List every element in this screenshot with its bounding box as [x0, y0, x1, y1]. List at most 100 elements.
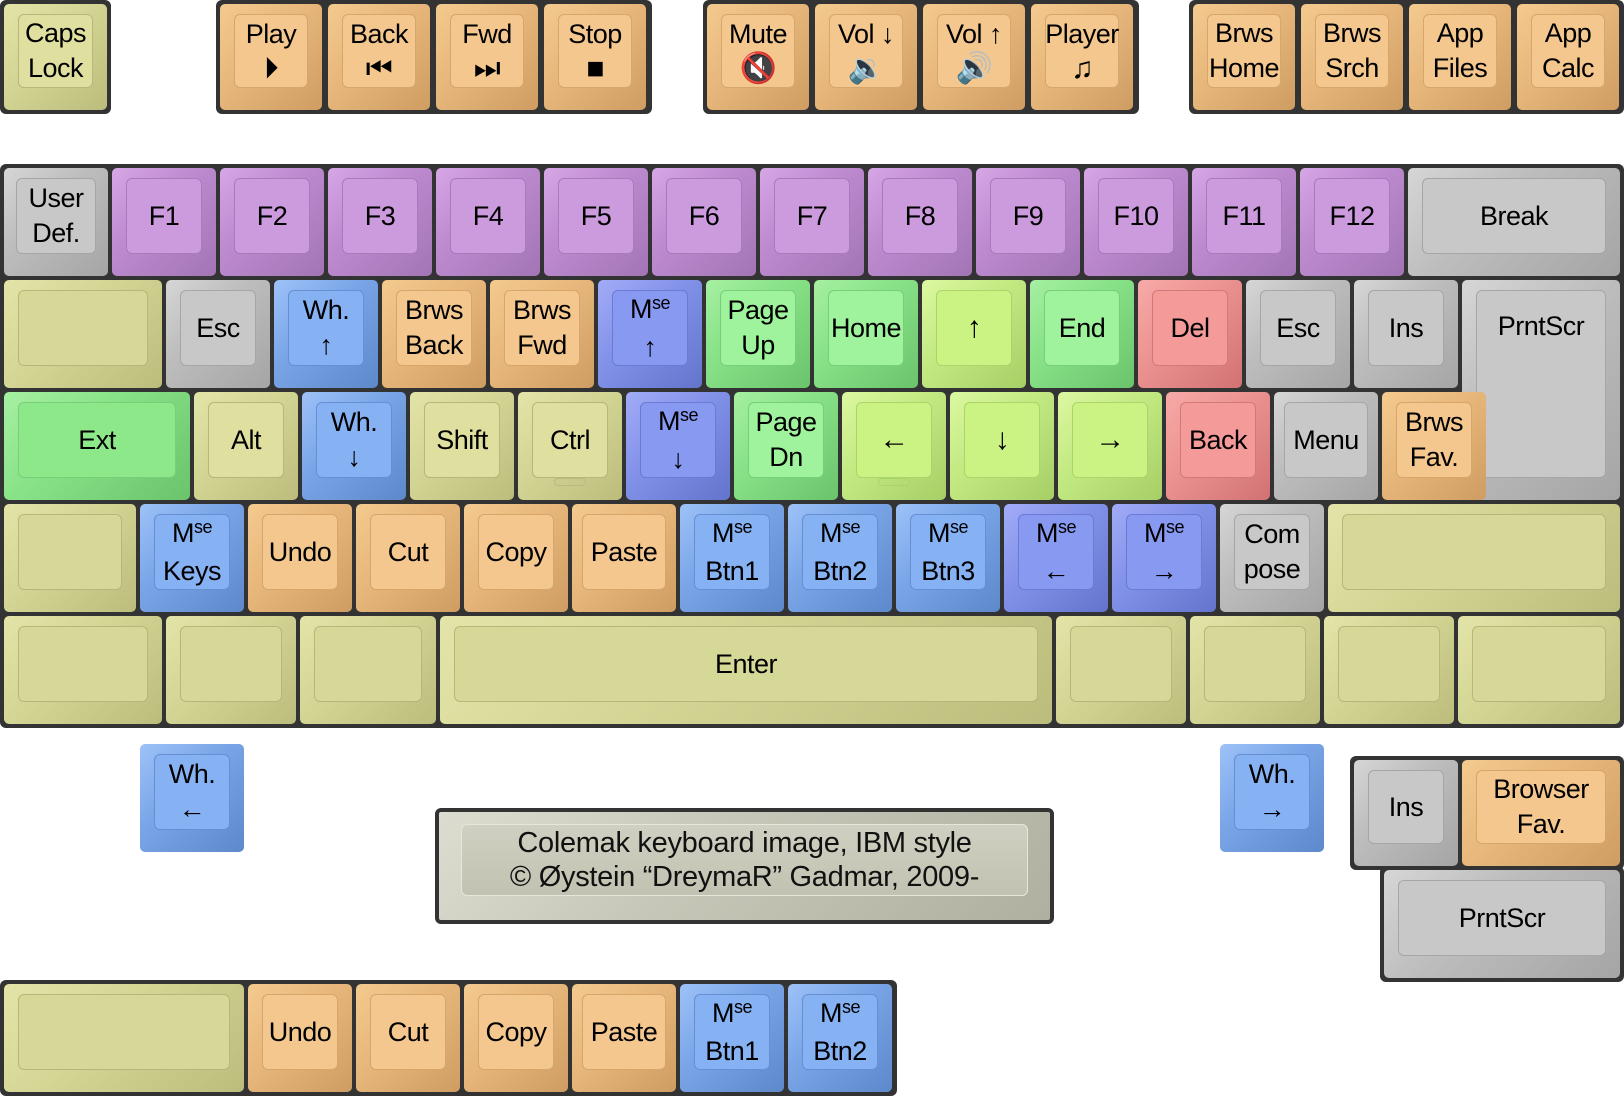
copy-key[interactable]: Copy: [464, 504, 568, 612]
key-f7[interactable]: F7: [760, 168, 864, 276]
blank-key-r4-6[interactable]: [1324, 616, 1454, 724]
thumb-mouse-btn2-key[interactable]: Mse Btn2: [788, 984, 892, 1092]
key-legend-1: Wh.: [330, 407, 378, 437]
esc-key-2[interactable]: Esc: [1246, 280, 1350, 388]
volume-key-3[interactable]: Player ♫: [1031, 4, 1133, 110]
blank-key-r4-3[interactable]: [300, 616, 436, 724]
key-legend-1: End: [1058, 312, 1106, 343]
app-key-app-calc[interactable]: App Calc: [1517, 4, 1619, 110]
app-key-brws-home[interactable]: Brws Home: [1193, 4, 1295, 110]
home-key[interactable]: Home: [814, 280, 918, 388]
undo-key[interactable]: Undo: [248, 504, 352, 612]
key-legend-1: Play: [245, 18, 297, 49]
key-f10[interactable]: F10: [1084, 168, 1188, 276]
ext-key[interactable]: Ext: [4, 392, 190, 500]
mouse-down-key[interactable]: Mse ↓: [626, 392, 730, 500]
key-f12[interactable]: F12: [1300, 168, 1404, 276]
thumb-cut-key[interactable]: Cut: [356, 984, 460, 1092]
app-key-app-files[interactable]: App Files: [1409, 4, 1511, 110]
key-legend-1: Cut: [387, 1016, 429, 1047]
thumb-paste-key[interactable]: Paste: [572, 984, 676, 1092]
blank-key-r4-4[interactable]: [1056, 616, 1186, 724]
mouse-up-key[interactable]: Mse ↑: [598, 280, 702, 388]
paste-key[interactable]: Paste: [572, 504, 676, 612]
mouse-btn1-key[interactable]: Mse Btn1: [680, 504, 784, 612]
blank-key-r4-2[interactable]: [166, 616, 296, 724]
key-legend-1: Esc: [196, 312, 240, 343]
mouse-btn2-key[interactable]: Mse Btn2: [788, 504, 892, 612]
mouse-btn3-key[interactable]: Mse Btn3: [896, 504, 1000, 612]
iso-browser-fav-key[interactable]: Browser Fav.: [1462, 760, 1620, 866]
thumb-mouse-btn1-key[interactable]: Mse Btn1: [680, 984, 784, 1092]
volume-key-2[interactable]: Vol ↑ 🔊: [923, 4, 1025, 110]
blank-key-r3[interactable]: [4, 504, 136, 612]
thumb-copy-key[interactable]: Copy: [464, 984, 568, 1092]
esc-key[interactable]: Esc: [166, 280, 270, 388]
iso-prntscr-key[interactable]: PrntScr: [1384, 870, 1620, 978]
blank-key-r1[interactable]: [4, 280, 162, 388]
mouse-right-key[interactable]: Mse →: [1112, 504, 1216, 612]
ctrl-key[interactable]: Ctrl: [518, 392, 622, 500]
wheel-right-key[interactable]: Wh. →: [1220, 744, 1324, 852]
blank-key-r4-5[interactable]: [1190, 616, 1320, 724]
media-key-play[interactable]: Play ⏵: [220, 4, 322, 110]
mouse-up-key-label: Mse ↑: [612, 290, 688, 366]
key-f2[interactable]: F2: [220, 168, 324, 276]
page-up-key[interactable]: Page Up: [706, 280, 810, 388]
key-f9[interactable]: F9: [976, 168, 1080, 276]
alt-key[interactable]: Alt: [194, 392, 298, 500]
thumb-cut-key-label: Cut: [370, 994, 446, 1070]
blank-key-r3-label: [18, 514, 122, 590]
wheel-down-key[interactable]: Wh. ↓: [302, 392, 406, 500]
break-key[interactable]: Break: [1408, 168, 1620, 276]
cut-key[interactable]: Cut: [356, 504, 460, 612]
wheel-left-key[interactable]: Wh. ←: [140, 744, 244, 852]
key-f11[interactable]: F11: [1192, 168, 1296, 276]
arrow-down-key[interactable]: ↓: [950, 392, 1054, 500]
arrow-right-key[interactable]: →: [1058, 392, 1162, 500]
media-key-back[interactable]: Back ⏮: [328, 4, 430, 110]
key-legend-1: Home: [830, 312, 902, 343]
thumb-undo-key[interactable]: Undo: [248, 984, 352, 1092]
key-f3[interactable]: F3: [328, 168, 432, 276]
caps-lock-key[interactable]: Caps Lock: [4, 4, 107, 110]
mouse-label: Mse: [711, 516, 753, 548]
volume-key-1[interactable]: Vol ↓ 🔉: [815, 4, 917, 110]
browser-fav-key[interactable]: Brws Fav.: [1382, 392, 1486, 500]
blank-key-r3-right[interactable]: [1328, 504, 1620, 612]
compose-key[interactable]: Com pose: [1220, 504, 1324, 612]
key-f8[interactable]: F8: [868, 168, 972, 276]
browser-fwd-key[interactable]: Brws Fwd: [490, 280, 594, 388]
blank-key-r4-2-label: [180, 626, 282, 702]
wheel-down-key-label: Wh. ↓: [316, 402, 392, 478]
media-key-play-label: Play ⏵: [234, 14, 308, 88]
blank-key-r1-label: [18, 290, 148, 366]
iso-insert-key[interactable]: Ins: [1354, 760, 1458, 866]
end-key[interactable]: End: [1030, 280, 1134, 388]
insert-key[interactable]: Ins: [1354, 280, 1458, 388]
arrow-left-key[interactable]: ←: [842, 392, 946, 500]
mouse-keys-key[interactable]: Mse Keys: [140, 504, 244, 612]
media-key-fwd[interactable]: Fwd ⏭: [436, 4, 538, 110]
arrow-up-key[interactable]: ↑: [922, 280, 1026, 388]
backspace-key[interactable]: Back: [1166, 392, 1270, 500]
key-f4[interactable]: F4: [436, 168, 540, 276]
shift-key[interactable]: Shift: [410, 392, 514, 500]
mouse-left-key[interactable]: Mse ←: [1004, 504, 1108, 612]
media-key-stop[interactable]: Stop ■: [544, 4, 646, 110]
app-key-brws-srch[interactable]: Brws Srch: [1301, 4, 1403, 110]
thumb-blank-key[interactable]: [4, 984, 244, 1092]
menu-key[interactable]: Menu: [1274, 392, 1378, 500]
page-down-key[interactable]: Page Dn: [734, 392, 838, 500]
blank-key-r4-7[interactable]: [1458, 616, 1620, 724]
blank-key-r4-1[interactable]: [4, 616, 162, 724]
key-f6[interactable]: F6: [652, 168, 756, 276]
browser-back-key[interactable]: Brws Back: [382, 280, 486, 388]
key-f5[interactable]: F5: [544, 168, 648, 276]
key-f1[interactable]: F1: [112, 168, 216, 276]
volume-key-0[interactable]: Mute 🔇: [707, 4, 809, 110]
wheel-up-key[interactable]: Wh. ↑: [274, 280, 378, 388]
enter-key[interactable]: Enter: [440, 616, 1052, 724]
delete-key[interactable]: Del: [1138, 280, 1242, 388]
user-def-key[interactable]: User Def.: [4, 168, 108, 276]
